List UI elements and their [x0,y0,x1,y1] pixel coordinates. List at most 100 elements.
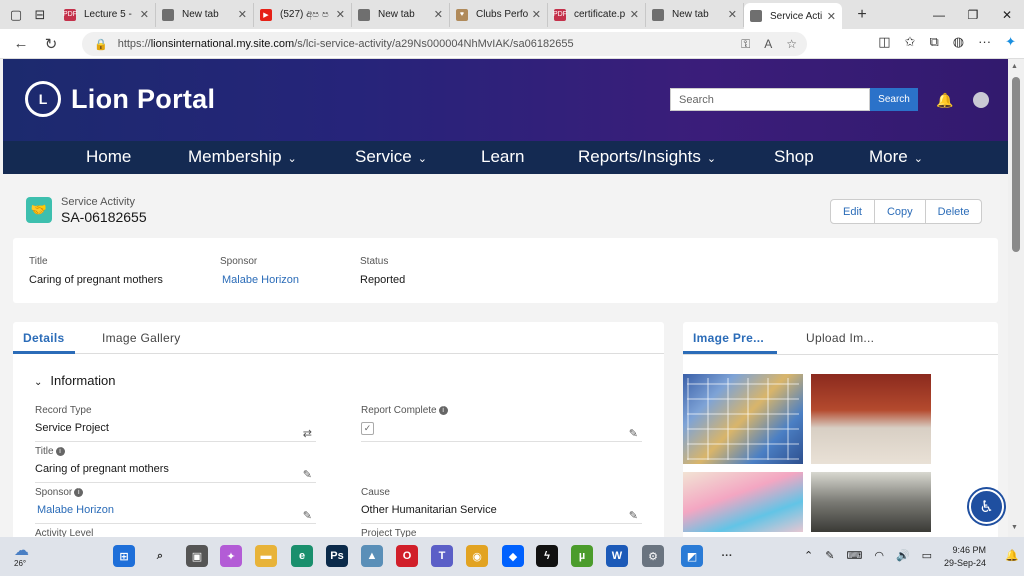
taskbar-app-icon[interactable]: ◉ [466,545,488,567]
menu-home[interactable]: Home [86,147,131,167]
taskbar-app-icon[interactable]: ··· [716,545,738,567]
image-thumbnail[interactable] [683,374,803,464]
change-record-type-icon[interactable]: ⇄ [303,427,312,440]
url-field[interactable]: 🔒 https://lionsinternational.my.site.com… [82,32,807,56]
taskbar-app-icon[interactable]: e [291,545,313,567]
lock-icon[interactable]: 🔒 [94,38,108,51]
close-tab-icon[interactable]: ✕ [827,10,836,23]
favorites-icon[interactable]: ✩ [905,34,916,50]
taskbar-app-icon[interactable]: ⊞ [113,545,135,567]
sponsor-link[interactable]: Malabe Horizon [222,274,299,286]
profile-icon[interactable]: ▢ [4,3,28,27]
edit-pencil-icon[interactable]: ✎ [629,509,638,522]
image-thumbnail[interactable] [811,374,931,464]
tab-image-gallery[interactable]: Image Gallery [102,331,181,345]
copy-button[interactable]: Copy [875,200,926,223]
tab-image-preview[interactable]: Image Pre... [693,331,764,345]
new-tab-button[interactable]: + [850,3,874,27]
collections-icon[interactable]: ⧉ [929,34,938,50]
wifi-icon[interactable]: ◠ [874,549,884,562]
search-button[interactable]: Search [870,88,918,111]
portal-logo[interactable]: L Lion Portal [25,81,215,117]
taskbar-app-icon[interactable]: µ [571,545,593,567]
report-complete-checkbox[interactable]: ✓ [361,422,374,435]
close-tab-icon[interactable]: ✕ [532,8,541,21]
delete-button[interactable]: Delete [926,200,982,223]
taskbar-app-icon[interactable]: W [606,545,628,567]
search-input[interactable]: Search [670,88,870,111]
back-icon[interactable]: ← [6,35,36,52]
key-icon[interactable]: ⚿ [741,37,750,52]
close-tab-icon[interactable]: ✕ [238,8,247,21]
weather-widget[interactable]: ☁ 26° [14,541,29,568]
image-thumbnail[interactable] [811,472,931,532]
restore-icon[interactable]: ❐ [956,8,990,22]
page-scrollbar[interactable]: ▲ ▼ [1008,59,1024,537]
info-icon[interactable]: i [438,405,448,415]
keyboard-icon[interactable]: ⌨ [846,549,862,562]
tab-details[interactable]: Details [23,331,64,345]
sponsor-link[interactable]: Malabe Horizon [35,504,316,516]
read-aloud-icon[interactable]: A [764,37,772,52]
taskbar-app-icon[interactable]: ▣ [186,545,208,567]
browser-tab[interactable]: New tab ✕ [646,2,744,27]
menu-membership[interactable]: Membership ⌄ [188,147,297,167]
scroll-up-icon[interactable]: ▲ [1011,63,1018,70]
info-icon[interactable]: i [74,487,84,497]
browser-tab[interactable]: PDF certificate.p ✕ [548,2,646,27]
menu-more[interactable]: More ⌄ [869,147,923,167]
chevron-up-icon[interactable]: ⌃ [804,549,813,562]
scrollbar-thumb[interactable] [1012,77,1020,252]
split-screen-icon[interactable]: ◫ [878,34,890,50]
taskbar-app-icon[interactable]: ⚙ [642,545,664,567]
close-tab-icon[interactable]: ✕ [728,8,737,21]
taskbar-app-icon[interactable]: ◩ [681,545,703,567]
volume-icon[interactable]: 🔊 [896,549,910,562]
accessibility-icon[interactable]: ♿ [969,489,1004,524]
favorite-star-icon[interactable]: ☆ [786,37,797,52]
taskbar-app-icon[interactable]: ◆ [502,545,524,567]
browser-tab[interactable]: ▶ (527) අප ප ✕ [254,2,352,27]
taskbar-app-icon[interactable]: ⌕ [149,545,171,567]
taskbar-app-icon[interactable]: ϟ [536,545,558,567]
taskbar-app-icon[interactable]: Ps [326,545,348,567]
menu-shop[interactable]: Shop [774,147,814,167]
taskbar-app-icon[interactable]: ▲ [361,545,383,567]
close-tab-icon[interactable]: ✕ [630,8,639,21]
edit-pencil-icon[interactable]: ✎ [629,427,638,440]
copilot-icon[interactable]: ✦ [1005,34,1016,50]
browser-tab[interactable]: Service Acti ✕ [744,3,842,29]
section-information[interactable]: ⌄ Information [34,373,115,388]
info-icon[interactable]: i [55,446,65,456]
browser-tab[interactable]: PDF Lecture 5 - ✕ [58,2,156,27]
notification-bell-icon[interactable]: 🔔 [936,92,953,109]
pen-icon[interactable]: ✎ [825,549,834,562]
taskbar-app-icon[interactable]: T [431,545,453,567]
extension-icon[interactable]: ◍ [953,34,964,50]
browser-tab[interactable]: New tab ✕ [156,2,254,27]
taskbar-app-icon[interactable]: O [396,545,418,567]
close-tab-icon[interactable]: ✕ [140,8,149,21]
image-thumbnail[interactable] [683,472,803,532]
edit-pencil-icon[interactable]: ✎ [303,468,312,481]
minimize-icon[interactable]: — [922,8,956,22]
tab-upload-image[interactable]: Upload Im... [806,331,874,345]
menu-reports-insights[interactable]: Reports/Insights ⌄ [578,147,716,167]
close-tab-icon[interactable]: ✕ [336,8,345,21]
refresh-icon[interactable]: ↻ [36,35,66,53]
battery-icon[interactable]: ▭ [922,549,932,562]
scroll-down-icon[interactable]: ▼ [1011,524,1018,531]
tab-actions-icon[interactable]: ⊟ [28,3,52,27]
menu-learn[interactable]: Learn [481,147,524,167]
edit-button[interactable]: Edit [831,200,875,223]
browser-tab[interactable]: New tab ✕ [352,2,450,27]
notification-icon[interactable]: 🔔 [1005,549,1019,562]
browser-tab[interactable]: ♥ Clubs Perfo ✕ [450,2,548,27]
more-icon[interactable]: ··· [978,34,991,50]
taskbar-app-icon[interactable]: ✦ [220,545,242,567]
clock[interactable]: 9:46 PM 29-Sep-24 [944,544,986,570]
taskbar-app-icon[interactable]: ▬ [255,545,277,567]
close-window-icon[interactable]: ✕ [990,8,1024,22]
user-avatar[interactable] [973,92,989,108]
edit-pencil-icon[interactable]: ✎ [303,509,312,522]
